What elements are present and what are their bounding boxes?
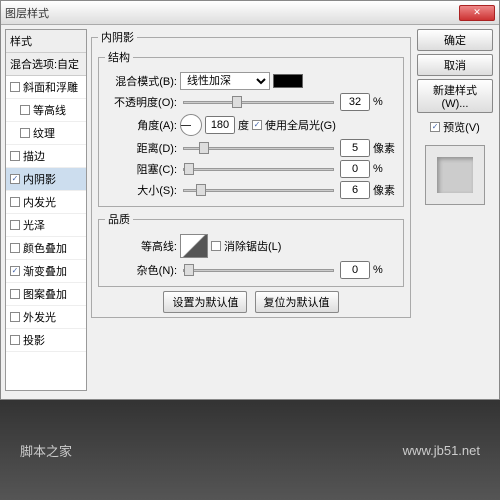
sidebar-item-11[interactable]: 投影 (6, 329, 86, 352)
structure-legend: 结构 (105, 49, 133, 65)
opacity-slider[interactable] (183, 101, 334, 104)
checkbox-icon[interactable] (20, 128, 30, 138)
antialias-label: 消除锯齿(L) (224, 238, 281, 254)
sidebar-item-3[interactable]: 描边 (6, 145, 86, 168)
opacity-input[interactable] (340, 93, 370, 111)
preview-checkbox[interactable]: ✓ (430, 122, 440, 132)
choke-unit: % (373, 163, 397, 175)
footer: 脚本之家 www.jb51.net (0, 400, 500, 500)
window-title: 图层样式 (5, 5, 49, 21)
new-style-button[interactable]: 新建样式(W)... (417, 79, 493, 113)
noise-label: 杂色(N): (105, 262, 177, 278)
blendmode-label: 混合模式(B): (105, 73, 177, 89)
sidebar-item-7[interactable]: 颜色叠加 (6, 237, 86, 260)
checkbox-icon[interactable] (10, 220, 20, 230)
antialias-checkbox[interactable] (211, 241, 221, 251)
sidebar-item-label: 纹理 (33, 125, 55, 141)
sidebar-item-label: 光泽 (23, 217, 45, 233)
footer-right: www.jb51.net (403, 443, 480, 458)
close-button[interactable]: ✕ (459, 5, 495, 21)
checkbox-icon[interactable] (10, 312, 20, 322)
distance-slider[interactable] (183, 147, 334, 150)
checkbox-icon[interactable] (10, 335, 20, 345)
sidebar-item-label: 等高线 (33, 102, 66, 118)
contour-picker[interactable] (180, 234, 208, 258)
choke-slider[interactable] (183, 168, 334, 171)
sidebar-item-label: 投影 (23, 332, 45, 348)
titlebar: 图层样式 ✕ (1, 1, 499, 25)
checkbox-icon[interactable]: ✓ (10, 174, 20, 184)
sidebar-item-1[interactable]: 等高线 (6, 99, 86, 122)
checkbox-icon[interactable] (20, 105, 30, 115)
blendmode-select[interactable]: 线性加深 (180, 72, 270, 90)
checkbox-icon[interactable] (10, 197, 20, 207)
make-default-button[interactable]: 设置为默认值 (163, 291, 247, 313)
sidebar-item-label: 外发光 (23, 309, 56, 325)
sidebar-item-10[interactable]: 外发光 (6, 306, 86, 329)
checkbox-icon[interactable] (10, 289, 20, 299)
sidebar-header[interactable]: 样式 (6, 30, 86, 53)
inner-shadow-panel: 内阴影 结构 混合模式(B): 线性加深 不透明度(O): % (91, 29, 411, 318)
sidebar-item-label: 图案叠加 (23, 286, 67, 302)
noise-unit: % (373, 264, 397, 276)
noise-slider[interactable] (183, 269, 334, 272)
sidebar-item-label: 内发光 (23, 194, 56, 210)
global-light-label: 使用全局光(G) (265, 117, 336, 133)
quality-legend: 品质 (105, 211, 133, 227)
panel-title: 内阴影 (98, 29, 137, 45)
preview-label: 预览(V) (443, 119, 480, 135)
quality-group: 品质 等高线: 消除锯齿(L) 杂色(N): % (98, 211, 404, 287)
sidebar-item-8[interactable]: ✓渐变叠加 (6, 260, 86, 283)
sidebar-item-6[interactable]: 光泽 (6, 214, 86, 237)
sidebar-item-label: 斜面和浮雕 (23, 79, 78, 95)
sidebar-item-4[interactable]: ✓内阴影 (6, 168, 86, 191)
right-panel: 确定 取消 新建样式(W)... ✓预览(V) (415, 29, 495, 391)
checkbox-icon[interactable] (10, 243, 20, 253)
sidebar-item-9[interactable]: 图案叠加 (6, 283, 86, 306)
distance-label: 距离(D): (105, 140, 177, 156)
noise-input[interactable] (340, 261, 370, 279)
angle-label: 角度(A): (105, 117, 177, 133)
contour-label: 等高线: (105, 238, 177, 254)
angle-unit: 度 (238, 117, 249, 133)
angle-input[interactable] (205, 116, 235, 134)
opacity-label: 不透明度(O): (105, 94, 177, 110)
size-label: 大小(S): (105, 182, 177, 198)
sidebar-item-label: 描边 (23, 148, 45, 164)
opacity-unit: % (373, 96, 397, 108)
size-unit: 像素 (373, 182, 397, 198)
global-light-checkbox[interactable]: ✓ (252, 120, 262, 130)
sidebar-item-label: 颜色叠加 (23, 240, 67, 256)
cancel-button[interactable]: 取消 (417, 54, 493, 76)
checkbox-icon[interactable] (10, 82, 20, 92)
choke-input[interactable] (340, 160, 370, 178)
styles-sidebar: 样式 混合选项:自定 斜面和浮雕等高线纹理描边✓内阴影内发光光泽颜色叠加✓渐变叠… (5, 29, 87, 391)
checkbox-icon[interactable]: ✓ (10, 266, 20, 276)
main-panel: 内阴影 结构 混合模式(B): 线性加深 不透明度(O): % (91, 29, 411, 391)
reset-default-button[interactable]: 复位为默认值 (255, 291, 339, 313)
sidebar-blend-options[interactable]: 混合选项:自定 (6, 53, 86, 76)
size-slider[interactable] (183, 189, 334, 192)
sidebar-item-0[interactable]: 斜面和浮雕 (6, 76, 86, 99)
footer-left: 脚本之家 (20, 441, 72, 460)
sidebar-item-2[interactable]: 纹理 (6, 122, 86, 145)
size-input[interactable] (340, 181, 370, 199)
layer-style-dialog: 图层样式 ✕ 样式 混合选项:自定 斜面和浮雕等高线纹理描边✓内阴影内发光光泽颜… (0, 0, 500, 400)
structure-group: 结构 混合模式(B): 线性加深 不透明度(O): % 角度(A): (98, 49, 404, 207)
sidebar-item-label: 内阴影 (23, 171, 56, 187)
distance-unit: 像素 (373, 140, 397, 156)
sidebar-item-5[interactable]: 内发光 (6, 191, 86, 214)
ok-button[interactable]: 确定 (417, 29, 493, 51)
color-swatch[interactable] (273, 74, 303, 88)
angle-dial[interactable] (180, 114, 202, 136)
distance-input[interactable] (340, 139, 370, 157)
preview-thumbnail (425, 145, 485, 205)
checkbox-icon[interactable] (10, 151, 20, 161)
choke-label: 阻塞(C): (105, 161, 177, 177)
sidebar-item-label: 渐变叠加 (23, 263, 67, 279)
